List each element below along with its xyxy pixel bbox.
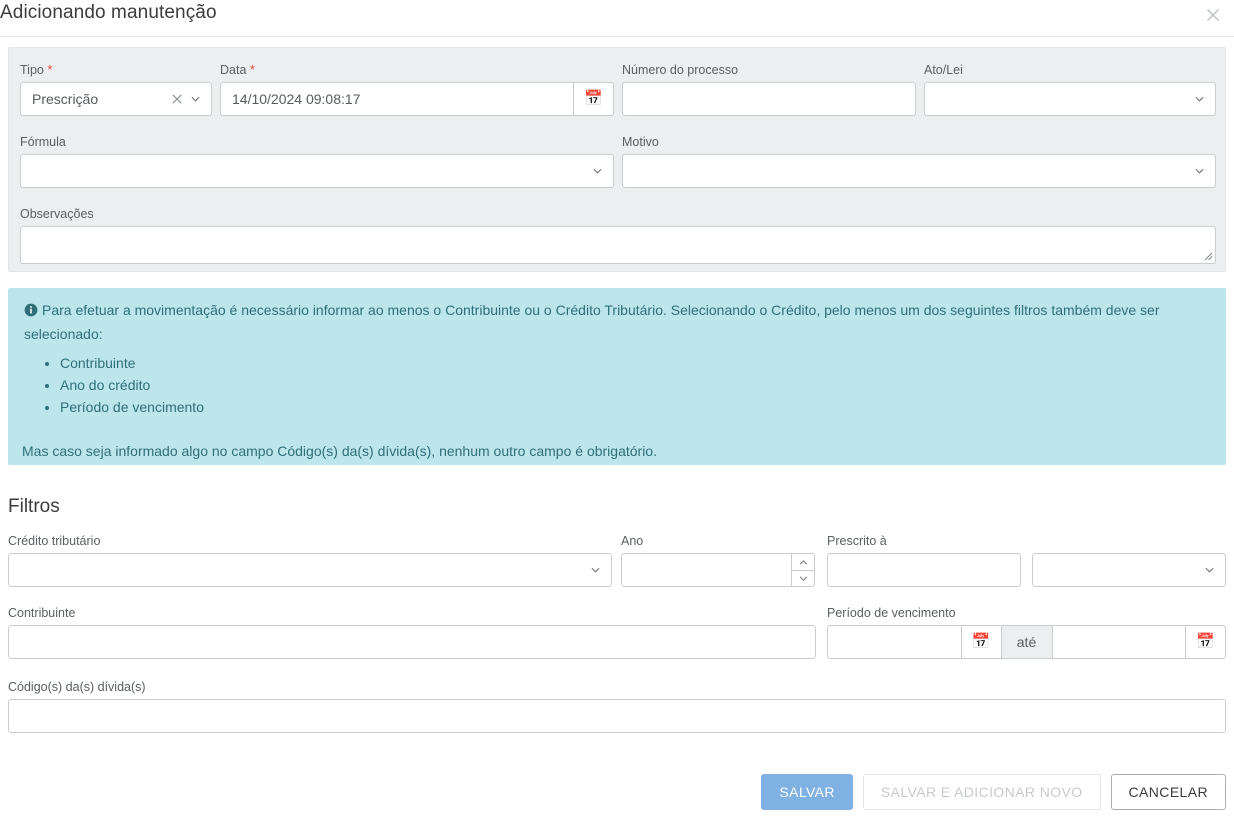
label-spacer bbox=[1032, 534, 1226, 548]
field-formula: Fórmula bbox=[20, 135, 614, 188]
page-title: Adicionando manutenção bbox=[0, 2, 217, 23]
label-ano: Ano bbox=[621, 534, 644, 548]
chevron-down-icon bbox=[1195, 96, 1204, 102]
periodo-end-input[interactable] bbox=[1051, 625, 1186, 659]
label-periodo-vencimento: Período de vencimento bbox=[827, 606, 956, 620]
chevron-down-icon bbox=[1195, 168, 1204, 174]
chevron-down-icon bbox=[191, 96, 200, 102]
codigos-divida-input[interactable] bbox=[8, 699, 1226, 733]
maintenance-form-panel: Tipo * Prescrição Data * 14/10/2024 09:0… bbox=[8, 47, 1226, 272]
label-numero-processo: Número do processo bbox=[622, 63, 739, 77]
periodo-vencimento-range: 📅 até 📅 bbox=[827, 625, 1226, 659]
save-button[interactable]: SALVAR bbox=[761, 774, 853, 810]
field-prescrito-a: Prescrito à bbox=[827, 534, 1021, 587]
label-observacoes: Observações bbox=[20, 207, 94, 221]
modal-footer: SALVAR SALVAR E ADICIONAR NOVO CANCELAR bbox=[761, 774, 1226, 810]
label-prescrito-a: Prescrito à bbox=[827, 534, 887, 548]
label-credito-tributario: Crédito tributário bbox=[8, 534, 101, 548]
info-circle-icon bbox=[24, 302, 38, 324]
info-lead-label: Para efetuar a movimentação é necessário… bbox=[24, 302, 1160, 342]
chevron-down-icon[interactable] bbox=[791, 570, 815, 587]
data-input-group[interactable]: 14/10/2024 09:08:17 📅 bbox=[220, 82, 614, 116]
modal-dialog: Adicionando manutenção Tipo * Prescrição bbox=[0, 0, 1234, 816]
motivo-select[interactable] bbox=[622, 154, 1216, 188]
range-separator-label: até bbox=[1000, 625, 1053, 659]
label-tipo: Tipo * bbox=[20, 62, 53, 78]
required-marker: * bbox=[47, 62, 53, 77]
field-data: Data * 14/10/2024 09:08:17 📅 bbox=[220, 63, 614, 116]
prescrito-a-input[interactable] bbox=[827, 553, 1021, 587]
ato-lei-select[interactable] bbox=[924, 82, 1216, 116]
periodo-start-input[interactable] bbox=[827, 625, 962, 659]
info-tail-text: Mas caso seja informado algo no campo Có… bbox=[22, 443, 657, 459]
field-motivo: Motivo bbox=[622, 135, 1216, 188]
calendar-icon[interactable]: 📅 bbox=[573, 82, 614, 116]
chevron-down-icon bbox=[1205, 567, 1214, 573]
field-ano: Ano bbox=[621, 534, 815, 587]
field-prescrito-a-select bbox=[1032, 534, 1226, 587]
chevron-down-icon bbox=[593, 168, 602, 174]
list-item: Contribuinte bbox=[60, 352, 1212, 374]
quantity-stepper[interactable] bbox=[791, 553, 815, 587]
close-glyph bbox=[1206, 8, 1220, 22]
header-divider bbox=[0, 36, 1234, 37]
field-ato-lei: Ato/Lei bbox=[924, 63, 1216, 116]
contribuinte-input[interactable] bbox=[8, 625, 816, 659]
field-contribuinte: Contribuinte bbox=[8, 606, 816, 659]
info-banner: Para efetuar a movimentação é necessário… bbox=[8, 288, 1226, 465]
filters-title: Filtros bbox=[8, 496, 60, 517]
close-icon[interactable] bbox=[1200, 2, 1226, 28]
field-credito-tributario: Crédito tributário bbox=[8, 534, 612, 587]
label-formula: Fórmula bbox=[20, 135, 66, 149]
clear-x-icon[interactable] bbox=[172, 94, 182, 104]
field-tipo: Tipo * Prescrição bbox=[20, 63, 212, 116]
prescrito-a-select[interactable] bbox=[1032, 553, 1226, 587]
field-numero-processo: Número do processo bbox=[622, 63, 916, 116]
field-codigos-divida: Código(s) da(s) dívida(s) bbox=[8, 680, 1226, 733]
list-item: Ano do crédito bbox=[60, 374, 1212, 396]
resize-handle-icon[interactable] bbox=[1201, 249, 1213, 261]
info-bullet-list: Contribuinte Ano do crédito Período de v… bbox=[22, 352, 1212, 418]
data-value: 14/10/2024 09:08:17 bbox=[232, 91, 361, 107]
label-data: Data * bbox=[220, 62, 255, 78]
save-and-add-new-button[interactable]: SALVAR E ADICIONAR NOVO bbox=[862, 774, 1101, 810]
tipo-selected-value: Prescrição bbox=[32, 91, 99, 107]
calendar-icon[interactable]: 📅 bbox=[960, 625, 1002, 659]
formula-select[interactable] bbox=[20, 154, 614, 188]
observacoes-textarea[interactable] bbox=[20, 226, 1216, 264]
calendar-icon[interactable]: 📅 bbox=[1185, 625, 1226, 659]
label-motivo: Motivo bbox=[622, 135, 659, 149]
credito-tributario-select[interactable] bbox=[8, 553, 612, 587]
modal-header: Adicionando manutenção bbox=[0, 0, 1234, 40]
ano-number-input[interactable] bbox=[621, 553, 815, 587]
tipo-select[interactable]: Prescrição bbox=[20, 82, 212, 116]
field-periodo-vencimento: Período de vencimento 📅 até 📅 bbox=[827, 606, 1226, 659]
info-lead-text: Para efetuar a movimentação é necessário… bbox=[22, 300, 1212, 345]
chevron-up-icon[interactable] bbox=[791, 553, 815, 570]
label-codigos-divida: Código(s) da(s) dívida(s) bbox=[8, 680, 146, 694]
chevron-down-icon bbox=[591, 567, 600, 573]
label-ato-lei: Ato/Lei bbox=[924, 63, 963, 77]
numero-processo-input[interactable] bbox=[622, 82, 916, 116]
cancel-button[interactable]: CANCELAR bbox=[1110, 774, 1226, 810]
required-marker: * bbox=[249, 62, 255, 77]
list-item: Período de vencimento bbox=[60, 396, 1212, 418]
label-contribuinte: Contribuinte bbox=[8, 606, 76, 620]
field-observacoes: Observações bbox=[20, 207, 1216, 264]
